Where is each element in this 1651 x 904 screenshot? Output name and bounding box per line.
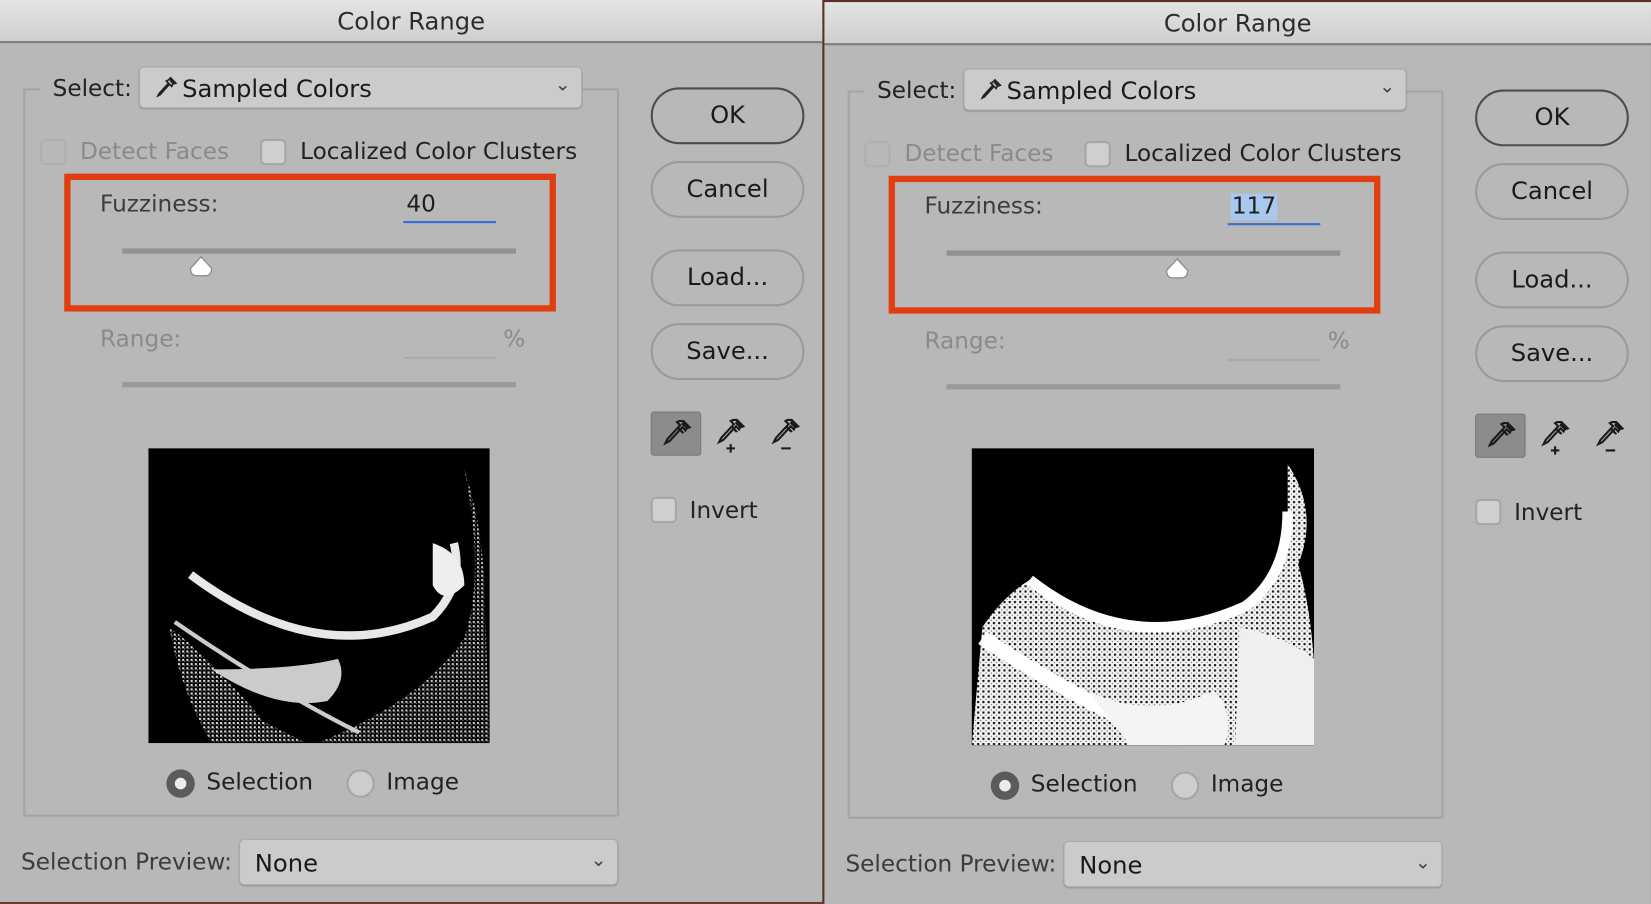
range-unit: % xyxy=(503,326,526,353)
selection-preview-value: None xyxy=(254,850,318,878)
cancel-button[interactable]: Cancel xyxy=(650,161,805,218)
range-unit: % xyxy=(1327,328,1350,355)
eyedropper-subtract-icon xyxy=(1595,420,1625,452)
eyedropper-icon xyxy=(663,419,692,446)
fuzziness-value: 117 xyxy=(1230,193,1278,220)
load-button[interactable]: Load... xyxy=(650,249,805,307)
range-slider-track xyxy=(122,382,516,388)
select-label: Select: xyxy=(40,75,145,103)
eyedropper-add-icon xyxy=(1541,420,1570,455)
image-radio-label: Image xyxy=(1210,771,1284,798)
fuzziness-slider-track[interactable] xyxy=(946,250,1341,256)
fuzziness-input[interactable]: 117 xyxy=(1227,193,1321,226)
selection-preview-image xyxy=(971,448,1315,746)
localized-color-clusters-label: Localized Color Clusters xyxy=(300,138,578,166)
title-bar[interactable]: Color Range xyxy=(824,2,1651,46)
detect-faces-label: Detect Faces xyxy=(80,138,230,166)
localized-color-clusters-checkbox[interactable] xyxy=(1084,141,1111,168)
cancel-button[interactable]: Cancel xyxy=(1475,163,1629,220)
selection-preview-label: Selection Preview: xyxy=(21,849,232,876)
add-to-sample-tool-button[interactable] xyxy=(1530,414,1581,458)
ok-button[interactable]: OK xyxy=(650,87,805,145)
invert-checkbox[interactable] xyxy=(1475,498,1502,526)
invert-label: Invert xyxy=(1514,499,1583,527)
fuzziness-label: Fuzziness: xyxy=(100,191,219,218)
invert-checkbox[interactable] xyxy=(650,496,678,524)
subtract-from-sample-tool-button[interactable] xyxy=(1585,414,1636,458)
color-range-dialog-left: Color Range Select: Sampled Colors ⌄ Det… xyxy=(0,0,823,902)
select-dropdown[interactable]: Sampled Colors ⌄ xyxy=(138,66,583,109)
eyedropper-icon xyxy=(156,76,178,98)
selection-radio[interactable] xyxy=(166,769,195,798)
fuzziness-slider-track[interactable] xyxy=(122,248,516,254)
select-label: Select: xyxy=(864,77,969,105)
select-value: Sampled Colors xyxy=(182,75,372,104)
selection-radio[interactable] xyxy=(990,771,1020,800)
chevron-down-icon: ⌄ xyxy=(554,73,571,96)
localized-color-clusters-checkbox[interactable] xyxy=(260,138,287,166)
range-input xyxy=(403,327,496,359)
eyedropper-add-icon xyxy=(716,418,746,453)
fuzziness-slider-thumb[interactable] xyxy=(1165,257,1189,279)
chevron-down-icon: ⌄ xyxy=(590,849,607,872)
eyedropper-tool-button[interactable] xyxy=(1475,413,1526,458)
detect-faces-label: Detect Faces xyxy=(904,141,1054,168)
save-button[interactable]: Save... xyxy=(650,323,805,380)
image-radio[interactable] xyxy=(346,769,375,798)
title-bar[interactable]: Color Range xyxy=(0,0,823,44)
selection-preview-dropdown[interactable]: None ⌄ xyxy=(1063,840,1443,888)
fuzziness-label: Fuzziness: xyxy=(924,193,1043,220)
selection-preview-label: Selection Preview: xyxy=(845,851,1057,878)
range-slider-track xyxy=(946,384,1341,390)
image-radio[interactable] xyxy=(1170,771,1200,800)
selection-preview-dropdown[interactable]: None ⌄ xyxy=(239,838,619,886)
range-label: Range: xyxy=(100,326,182,353)
selection-preview-value: None xyxy=(1079,852,1143,880)
save-button[interactable]: Save... xyxy=(1475,325,1629,383)
eyedropper-icon xyxy=(1487,422,1517,448)
eyedropper-subtract-icon xyxy=(771,418,801,450)
dialog-title: Color Range xyxy=(1163,10,1312,38)
range-input xyxy=(1227,329,1321,362)
image-radio-label: Image xyxy=(386,769,459,796)
detect-faces-checkbox[interactable] xyxy=(40,138,67,166)
chevron-down-icon: ⌄ xyxy=(1414,851,1431,874)
subtract-from-sample-tool-button[interactable] xyxy=(760,412,811,456)
fuzziness-input[interactable]: 40 xyxy=(403,192,496,224)
selection-radio-label: Selection xyxy=(206,769,314,796)
fuzziness-slider-thumb[interactable] xyxy=(189,255,213,277)
select-value: Sampled Colors xyxy=(1006,77,1197,106)
fuzziness-value: 40 xyxy=(406,191,436,218)
eyedropper-icon xyxy=(980,78,1002,100)
eyedropper-tool-button[interactable] xyxy=(650,411,702,456)
select-dropdown[interactable]: Sampled Colors ⌄ xyxy=(963,68,1407,111)
localized-color-clusters-label: Localized Color Clusters xyxy=(1124,141,1402,168)
selection-radio-label: Selection xyxy=(1030,771,1138,798)
selection-preview-image xyxy=(148,448,490,744)
invert-label: Invert xyxy=(689,497,758,525)
dialog-title: Color Range xyxy=(337,8,485,36)
range-label: Range: xyxy=(924,328,1006,355)
load-button[interactable]: Load... xyxy=(1475,251,1629,309)
color-range-dialog-right: Color Range Select: Sampled Colors ⌄ Det… xyxy=(824,2,1651,904)
ok-button[interactable]: OK xyxy=(1475,89,1629,147)
chevron-down-icon: ⌄ xyxy=(1379,75,1396,98)
detect-faces-checkbox[interactable] xyxy=(864,141,891,168)
add-to-sample-tool-button[interactable] xyxy=(705,412,756,456)
